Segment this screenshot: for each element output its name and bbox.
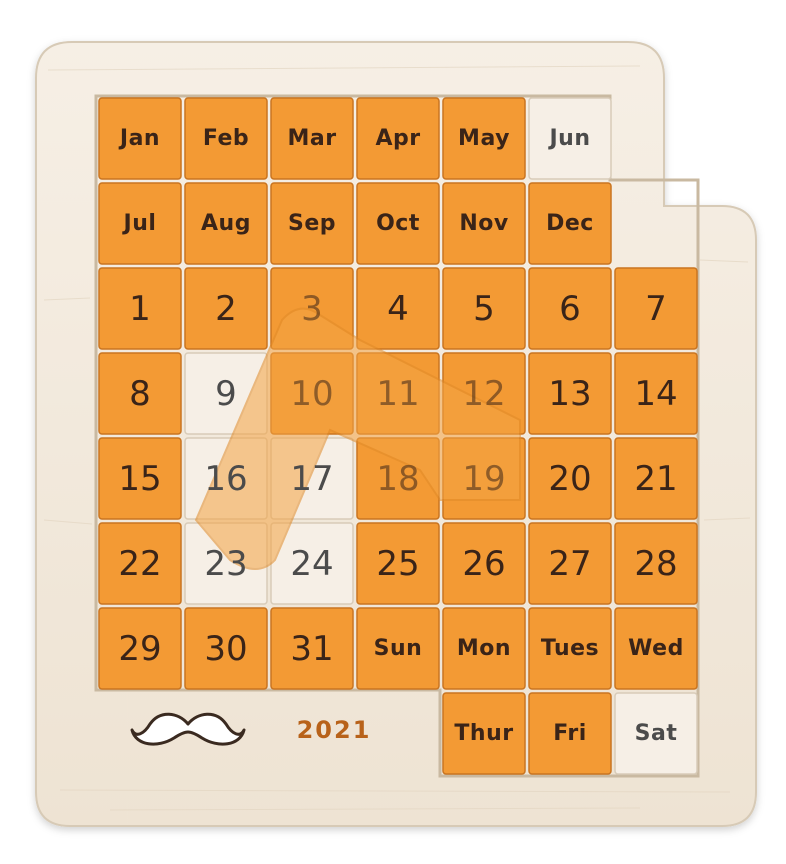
day-cell-4: 4 xyxy=(387,288,409,329)
day-cell-29: 29 xyxy=(118,628,162,669)
month-cell-dec: Dec xyxy=(546,211,594,236)
day-cell-12: 12 xyxy=(462,373,506,414)
day-cell-26: 26 xyxy=(462,543,506,584)
day-cell-9: 9 xyxy=(215,373,237,414)
weekday-cell-sat: Sat xyxy=(634,721,678,746)
day-cell-15: 15 xyxy=(118,458,162,499)
day-cell-18: 18 xyxy=(376,458,420,499)
weekday-cell-mon: Mon xyxy=(456,636,512,661)
day-cell-14: 14 xyxy=(634,373,678,414)
day-cell-7: 7 xyxy=(645,288,667,329)
mustache-icon xyxy=(130,712,246,746)
day-cell-8: 8 xyxy=(129,373,151,414)
day-cell-25: 25 xyxy=(376,543,420,584)
weekday-cell-fri: Fri xyxy=(553,721,587,746)
day-cell-21: 21 xyxy=(634,458,678,499)
day-cell-28: 28 xyxy=(634,543,678,584)
month-cell-apr: Apr xyxy=(375,126,421,151)
day-cell-2: 2 xyxy=(215,288,237,329)
month-cell-feb: Feb xyxy=(202,126,250,151)
day-cell-22: 22 xyxy=(118,543,162,584)
day-cell-16: 16 xyxy=(204,458,248,499)
month-cell-nov: Nov xyxy=(459,211,509,236)
day-cell-31: 31 xyxy=(290,628,334,669)
day-cell-27: 27 xyxy=(548,543,592,584)
year-text: 2021 xyxy=(296,716,372,744)
day-cell-17: 17 xyxy=(290,458,334,499)
year-plaque: 2021 xyxy=(268,705,400,755)
day-cell-5: 5 xyxy=(473,288,495,329)
month-cell-jul: Jul xyxy=(123,211,157,236)
day-cell-1: 1 xyxy=(129,288,151,329)
calendar-puzzle: Jan Feb Mar Apr May Jun Jul Aug Sep Oct Nov Dec 1 2 3 4… xyxy=(0,0,786,864)
day-cell-20: 20 xyxy=(548,458,592,499)
weekday-cell-sun: Sun xyxy=(373,636,423,661)
day-cell-3: 3 xyxy=(301,288,323,329)
day-cell-23: 23 xyxy=(204,543,248,584)
month-cell-oct: Oct xyxy=(376,211,420,236)
day-cell-11: 11 xyxy=(376,373,420,414)
day-cell-19: 19 xyxy=(462,458,506,499)
weekday-cell-wed: Wed xyxy=(628,636,684,661)
day-cell-10: 10 xyxy=(290,373,334,414)
weekday-cell-thur: Thur xyxy=(454,721,514,746)
month-cell-jun: Jun xyxy=(549,126,591,151)
day-cell-24: 24 xyxy=(290,543,334,584)
month-cell-may: May xyxy=(458,126,510,151)
month-cell-aug: Aug xyxy=(201,211,251,236)
month-cell-mar: Mar xyxy=(287,126,337,151)
month-cell-jan: Jan xyxy=(119,126,161,151)
month-cell-sep: Sep xyxy=(287,211,336,236)
day-cell-13: 13 xyxy=(548,373,592,414)
day-cell-30: 30 xyxy=(204,628,248,669)
day-cell-6: 6 xyxy=(559,288,581,329)
weekday-cell-tues: Tues xyxy=(540,636,600,661)
